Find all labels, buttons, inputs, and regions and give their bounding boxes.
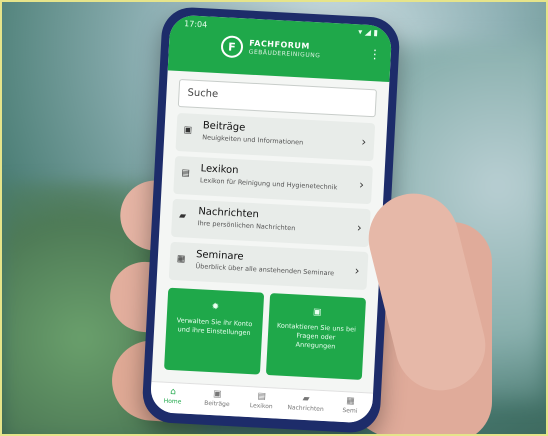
nav-label: Beiträge: [203, 399, 230, 409]
logo-mark-icon: F: [220, 35, 244, 59]
gear-icon: ✹: [211, 302, 220, 313]
chevron-right-icon: ›: [354, 263, 360, 278]
contact-icon: ▣: [312, 307, 322, 318]
nav-label: Lexikon: [249, 402, 273, 411]
nav-label: Home: [163, 397, 182, 406]
book-icon: ▤: [257, 391, 267, 402]
menu-item-beitraege[interactable]: ▣ Beiträge Neuigkeiten und Informationen…: [175, 112, 376, 162]
chevron-right-icon: ›: [358, 177, 365, 192]
search-input[interactable]: Suche: [177, 79, 377, 118]
calendar-icon: ▦: [345, 396, 355, 407]
tile-text: Kontaktieren Sie uns bei Fragen oder Anr…: [276, 321, 357, 351]
menu-item-nachrichten[interactable]: ▰ Nachrichten Ihre persönlichen Nachrich…: [170, 198, 371, 248]
tile-text: Verwalten Sie ihr Konto und ihre Einstel…: [176, 316, 253, 338]
nav-label: Semi: [342, 407, 358, 415]
app-logo: F FACHFORUM GEBÄUDEREINIGUNG: [220, 35, 321, 62]
action-tiles: ✹ Verwalten Sie ihr Konto und ihre Einst…: [164, 287, 367, 380]
nav-item-lexikon[interactable]: ▤ Lexikon: [238, 387, 284, 419]
nav-item-home[interactable]: ⌂ Home: [150, 382, 196, 414]
nav-label: Nachrichten: [287, 404, 324, 414]
chevron-right-icon: ›: [356, 220, 363, 235]
app-header: 17:04 ▾ ◢ ▮ F FACHFORUM GEBÄUDEREINIGUNG…: [167, 14, 393, 83]
message-icon: ▰: [178, 211, 187, 222]
home-icon: ⌂: [169, 386, 177, 398]
menu-item-lexikon[interactable]: ▤ Lexikon Lexikon für Reinigung und Hygi…: [173, 155, 373, 205]
book-icon: ▤: [181, 168, 191, 179]
account-settings-tile[interactable]: ✹ Verwalten Sie ihr Konto und ihre Einst…: [164, 287, 265, 375]
photo-background: 17:04 ▾ ◢ ▮ F FACHFORUM GEBÄUDEREINIGUNG…: [0, 0, 548, 436]
menu-item-seminare[interactable]: ▦ Seminare Überblick über alle anstehend…: [168, 241, 369, 291]
bottom-navigation: ⌂ Home ▣ Beiträge ▤ Lexikon ▰ Nachrichte…: [149, 380, 374, 424]
smartphone: 17:04 ▾ ◢ ▮ F FACHFORUM GEBÄUDEREINIGUNG…: [141, 6, 401, 434]
chevron-right-icon: ›: [361, 134, 367, 149]
overflow-menu-icon[interactable]: ⋮: [368, 47, 381, 62]
phone-screen: 17:04 ▾ ◢ ▮ F FACHFORUM GEBÄUDEREINIGUNG…: [149, 14, 393, 424]
nav-item-nachrichten[interactable]: ▰ Nachrichten: [283, 389, 329, 421]
nav-item-beitraege[interactable]: ▣ Beiträge: [194, 384, 240, 416]
calendar-icon: ▦: [176, 254, 186, 265]
article-icon: ▣: [183, 125, 193, 136]
article-icon: ▣: [212, 389, 222, 400]
status-icons: ▾ ◢ ▮: [358, 27, 379, 38]
status-time: 17:04: [183, 19, 208, 30]
nav-item-seminare[interactable]: ▦ Semi: [327, 391, 373, 423]
contact-tile[interactable]: ▣ Kontaktieren Sie uns bei Fragen oder A…: [265, 293, 367, 380]
